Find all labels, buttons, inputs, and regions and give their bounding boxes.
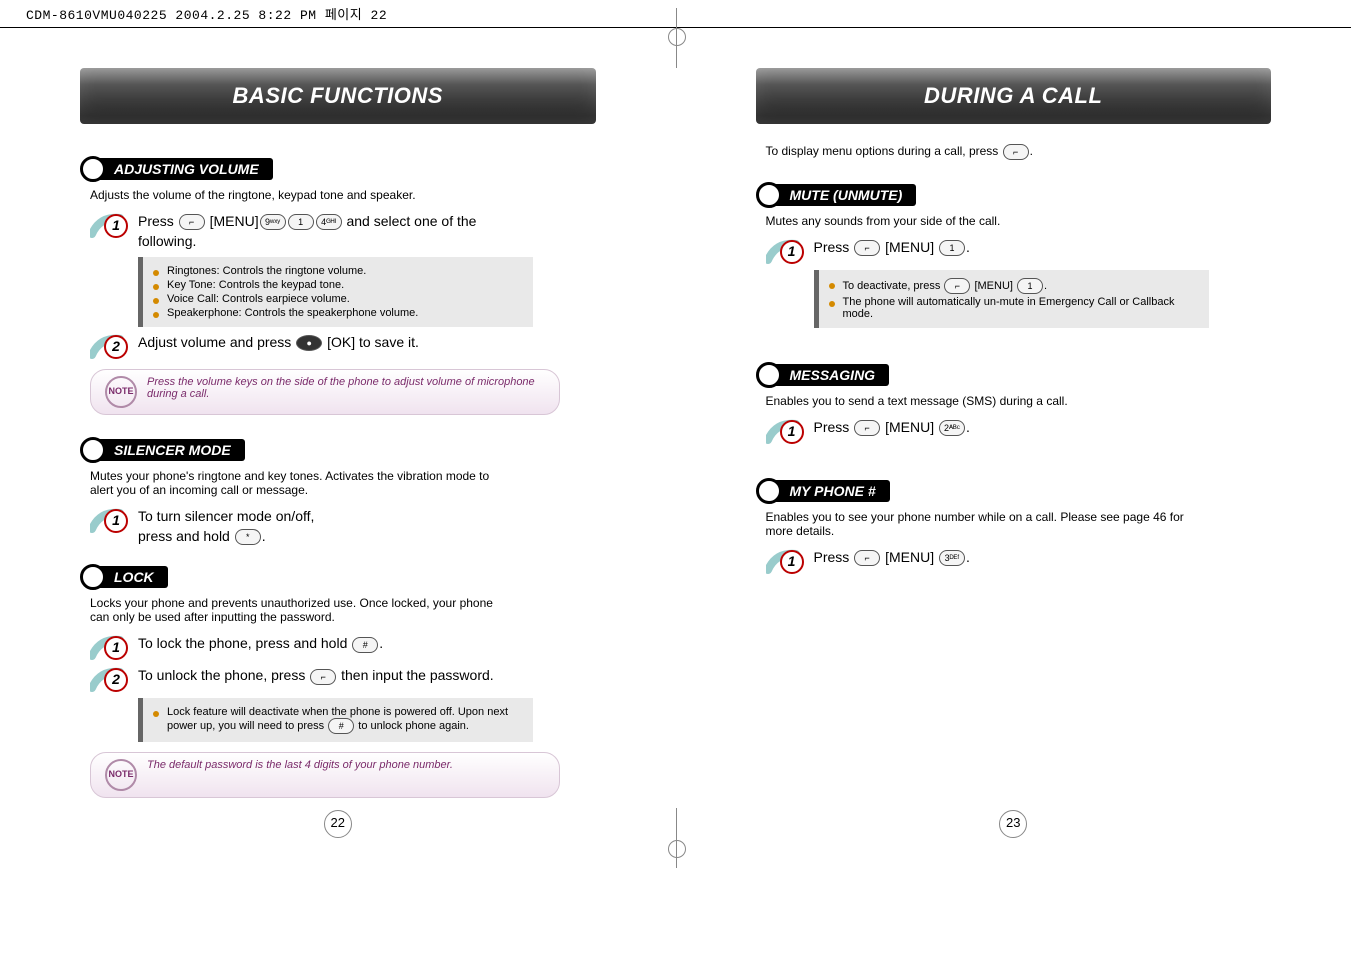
- note-icon: NOTE: [105, 759, 137, 791]
- bullet-text: The phone will automatically un-mute in …: [843, 296, 1199, 320]
- step-number-1-icon: 1: [766, 418, 806, 444]
- step-text: Press ⌐ [MENU] 2ᴬᴮᶜ.: [814, 418, 970, 438]
- softkey-icon: ⌐: [854, 420, 880, 436]
- key-3-icon: 3ᴰᴱᶠ: [939, 550, 965, 566]
- bullet-text: Lock feature will deactivate when the ph…: [167, 706, 523, 734]
- step-number-2-icon: 2: [90, 666, 130, 692]
- step-number-1-icon: 1: [90, 507, 130, 533]
- step-text: Press ⌐ [MENU] 1.: [814, 238, 970, 258]
- softkey-icon: ⌐: [854, 550, 880, 566]
- section-desc: Enables you to see your phone number whi…: [766, 510, 1186, 538]
- key-1-icon: 1: [288, 214, 314, 230]
- step-number-2-icon: 2: [90, 333, 130, 359]
- note-text: The default password is the last 4 digit…: [147, 759, 453, 771]
- key-1-icon: 1: [939, 240, 965, 256]
- step-row: 1 Press ⌐ [MENU] 3ᴰᴱᶠ.: [766, 548, 1206, 574]
- page-title-left: BASIC FUNCTIONS: [80, 68, 596, 124]
- section-desc: Enables you to send a text message (SMS)…: [766, 394, 1186, 408]
- bullet-text: Ringtones: Controls the ringtone volume.: [167, 265, 366, 277]
- section-heading-my-phone: MY PHONE #: [766, 480, 890, 502]
- bullet-box: Lock feature will deactivate when the ph…: [138, 698, 533, 742]
- key-hash-icon: #: [352, 637, 378, 653]
- softkey-icon: ⌐: [944, 278, 970, 294]
- step-text: Adjust volume and press ● [OK] to save i…: [138, 333, 419, 353]
- section-heading-lock: LOCK: [90, 566, 168, 588]
- step-row: 1 Press ⌐ [MENU] 2ᴬᴮᶜ.: [766, 418, 1206, 444]
- spread: C H 2 BASIC FUNCTIONS ADJUSTING VOLUME A…: [0, 28, 1351, 848]
- page-number-left: 22: [324, 810, 352, 838]
- section-heading-mute: MUTE (UNMUTE): [766, 184, 917, 206]
- step-row: 1 To turn silencer mode on/off, press an…: [90, 507, 530, 546]
- note-box: NOTE Press the volume keys on the side o…: [90, 369, 560, 415]
- section-heading-adjusting-volume: ADJUSTING VOLUME: [90, 158, 273, 180]
- step-number-1-icon: 1: [766, 238, 806, 264]
- bullet-box: To deactivate, press ⌐ [MENU] 1. The pho…: [814, 270, 1209, 328]
- step-text: Press ⌐ [MENU]9ʷˣʸ14ᴳᴴᴵ and select one o…: [138, 212, 530, 251]
- key-star-icon: *: [235, 529, 261, 545]
- section-desc: Mutes any sounds from your side of the c…: [766, 214, 1186, 228]
- step-text: To turn silencer mode on/off, press and …: [138, 507, 314, 546]
- intro-text: To display menu options during a call, p…: [766, 144, 1186, 160]
- softkey-icon: ⌐: [179, 214, 205, 230]
- step-row: 1 Press ⌐ [MENU] 1.: [766, 238, 1206, 264]
- step-number-1-icon: 1: [90, 634, 130, 660]
- key-4-icon: 4ᴳᴴᴵ: [316, 214, 342, 230]
- left-page: C H 2 BASIC FUNCTIONS ADJUSTING VOLUME A…: [0, 28, 676, 848]
- step-row: 1 Press ⌐ [MENU]9ʷˣʸ14ᴳᴴᴵ and select one…: [90, 212, 530, 251]
- bullet-text: To deactivate, press ⌐ [MENU] 1.: [843, 278, 1048, 294]
- page-title-right: DURING A CALL: [756, 68, 1272, 124]
- note-box: NOTE The default password is the last 4 …: [90, 752, 560, 798]
- bullet-text: Voice Call: Controls earpiece volume.: [167, 293, 350, 305]
- bullet-text: Key Tone: Controls the keypad tone.: [167, 279, 344, 291]
- section-desc: Locks your phone and prevents unauthoriz…: [90, 596, 510, 624]
- section-desc: Mutes your phone's ringtone and key tone…: [90, 469, 510, 497]
- section-heading-silencer-mode: SILENCER MODE: [90, 439, 245, 461]
- key-1-icon: 1: [1017, 278, 1043, 294]
- key-2-icon: 2ᴬᴮᶜ: [939, 420, 965, 436]
- step-row: 2 Adjust volume and press ● [OK] to save…: [90, 333, 530, 359]
- step-row: 1 To lock the phone, press and hold #.: [90, 634, 530, 660]
- key-hash-icon: #: [328, 718, 354, 734]
- softkey-icon: ⌐: [1003, 144, 1029, 160]
- softkey-icon: ⌐: [854, 240, 880, 256]
- step-text: To lock the phone, press and hold #.: [138, 634, 383, 654]
- step-row: 2 To unlock the phone, press ⌐ then inpu…: [90, 666, 530, 692]
- section-heading-messaging: MESSAGING: [766, 364, 890, 386]
- note-icon: NOTE: [105, 376, 137, 408]
- step-text: Press ⌐ [MENU] 3ᴰᴱᶠ.: [814, 548, 970, 568]
- bullet-text: Speakerphone: Controls the speakerphone …: [167, 307, 418, 319]
- section-desc: Adjusts the volume of the ringtone, keyp…: [90, 188, 510, 202]
- ok-key-icon: ●: [296, 335, 322, 351]
- softkey-icon: ⌐: [310, 669, 336, 685]
- right-page: C H 2 DURING A CALL To display menu opti…: [676, 28, 1351, 848]
- bullet-box: Ringtones: Controls the ringtone volume.…: [138, 257, 533, 327]
- key-9-icon: 9ʷˣʸ: [260, 214, 286, 230]
- page-number-right: 23: [999, 810, 1027, 838]
- step-text: To unlock the phone, press ⌐ then input …: [138, 666, 494, 686]
- note-text: Press the volume keys on the side of the…: [147, 376, 545, 400]
- step-number-1-icon: 1: [766, 548, 806, 574]
- step-number-1-icon: 1: [90, 212, 130, 238]
